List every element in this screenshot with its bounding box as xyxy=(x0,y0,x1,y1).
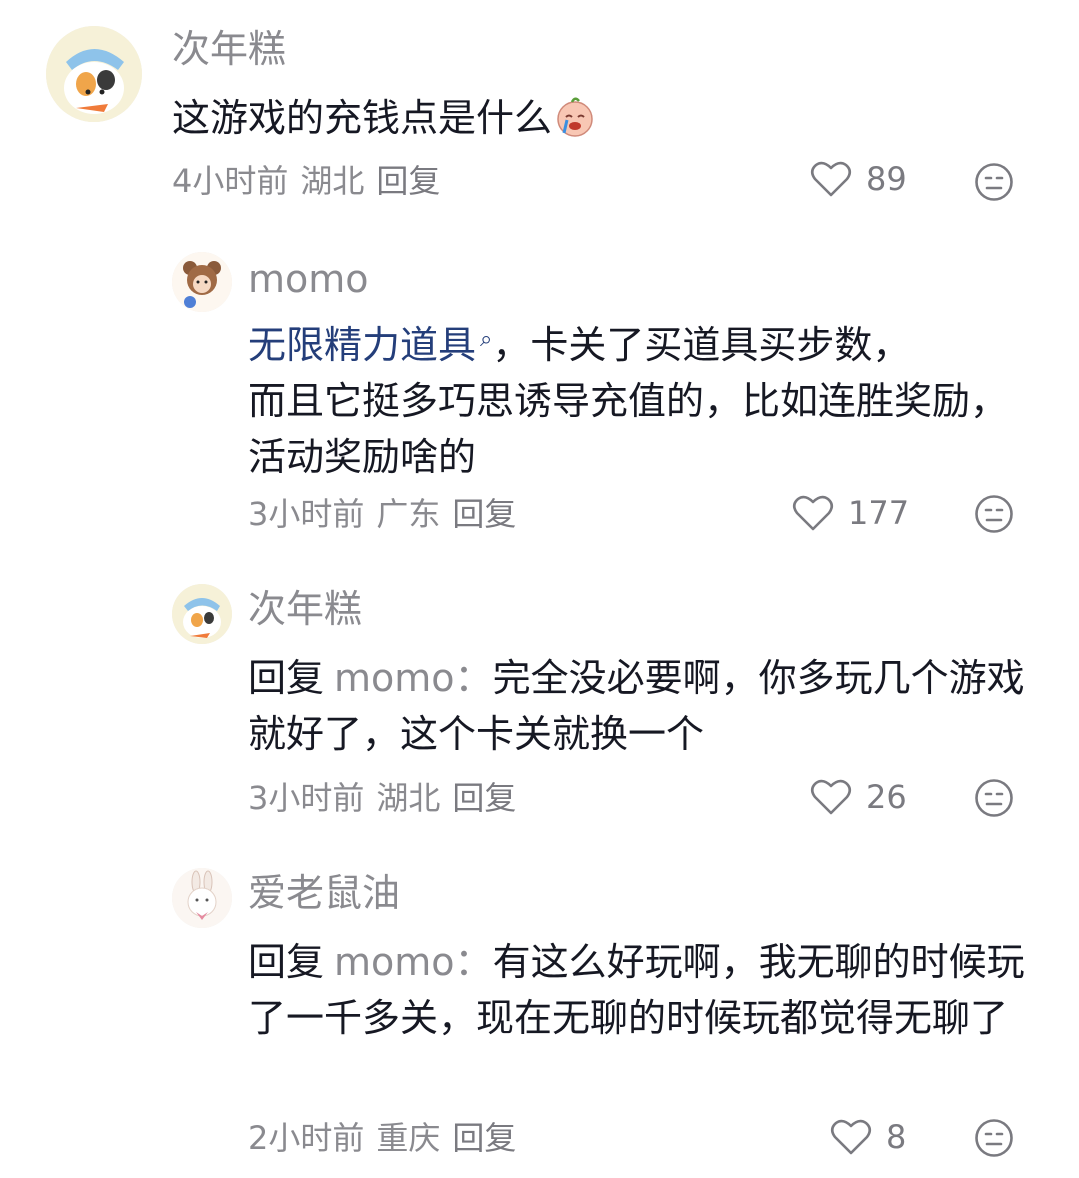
location: 重庆 xyxy=(376,1119,441,1157)
mention-link[interactable]: momo： xyxy=(334,656,493,700)
comment-text-body: 而且它挺多巧思诱导充值的，比如连胜奖励，活动奖励啥的 xyxy=(248,379,1009,479)
timestamp: 4小时前 xyxy=(172,162,289,200)
search-keyword-link[interactable]: 无限精力道具 xyxy=(248,323,476,367)
search-icon[interactable]: ⌕ xyxy=(480,327,492,352)
mention-link[interactable]: momo： xyxy=(334,940,493,984)
cat-avatar-icon xyxy=(172,584,232,644)
avatar[interactable] xyxy=(172,868,232,928)
reply-button[interactable]: 回复 xyxy=(376,162,440,200)
reply-button[interactable]: 回复 xyxy=(452,1119,516,1157)
comment-meta: 2小时前 重庆 回复 xyxy=(248,1122,528,1154)
comment-3: 次年糕 回复 momo：完全没必要啊，你多玩几个游戏就好了，这个卡关就换一个 3小… xyxy=(0,560,1079,850)
like-button[interactable]: 177 xyxy=(792,494,909,532)
neutral-face-icon xyxy=(975,779,1013,817)
cat-avatar-icon xyxy=(46,26,142,122)
like-button[interactable]: 8 xyxy=(830,1118,906,1156)
username[interactable]: 次年糕 xyxy=(172,30,286,68)
timestamp: 2小时前 xyxy=(248,1119,365,1157)
heart-outline-icon xyxy=(830,1119,872,1155)
comment-text: 回复 momo：完全没必要啊，你多玩几个游戏就好了，这个卡关就换一个 xyxy=(248,650,1028,762)
dislike-button[interactable] xyxy=(974,162,1014,202)
like-count: 89 xyxy=(866,160,907,198)
neutral-face-icon xyxy=(975,495,1013,533)
heart-outline-icon xyxy=(792,495,834,531)
reply-button[interactable]: 回复 xyxy=(452,779,516,817)
comment-text: 回复 momo：有这么好玩啊，我无聊的时候玩了一千多关，现在无聊的时候玩都觉得无聊… xyxy=(248,934,1028,1046)
comment-text-line1: ，卡关了买道具买步数， xyxy=(492,323,911,367)
comment-text-body: 这游戏的充钱点是什么 xyxy=(172,96,553,140)
comment-text: 无限精力道具 ⌕，卡关了买道具买步数， 而且它挺多巧思诱导充值的，比如连胜奖励，活… xyxy=(248,312,1018,485)
reply-button[interactable]: 回复 xyxy=(452,495,516,533)
username[interactable]: 次年糕 xyxy=(248,590,362,628)
comment-meta: 4小时前 湖北 回复 xyxy=(172,165,452,197)
heart-outline-icon xyxy=(810,161,852,197)
dislike-button[interactable] xyxy=(974,494,1014,534)
like-count: 177 xyxy=(848,494,910,532)
username[interactable]: momo xyxy=(248,260,369,298)
dislike-button[interactable] xyxy=(974,1118,1014,1158)
neutral-face-icon xyxy=(975,1119,1013,1157)
comment-meta: 3小时前 湖北 回复 xyxy=(248,782,528,814)
crying-emoji-icon xyxy=(557,97,593,137)
comment-text: 这游戏的充钱点是什么 xyxy=(172,90,972,146)
like-count: 26 xyxy=(866,778,907,816)
heart-outline-icon xyxy=(810,779,852,815)
avatar[interactable] xyxy=(172,252,232,312)
dislike-button[interactable] xyxy=(974,778,1014,818)
like-button[interactable]: 89 xyxy=(810,160,907,198)
timestamp: 3小时前 xyxy=(248,779,365,817)
rabbit-avatar-icon xyxy=(172,868,232,928)
comment-2: momo 无限精力道具 ⌕，卡关了买道具买步数， 而且它挺多巧思诱导充值的，比如连… xyxy=(0,230,1079,560)
reply-prefix: 回复 xyxy=(248,940,325,984)
timestamp: 3小时前 xyxy=(248,495,365,533)
avatar[interactable] xyxy=(172,584,232,644)
comment-1: 次年糕 这游戏的充钱点是什么 4小时前 湖北 回复 89 xyxy=(0,0,1079,230)
location: 湖北 xyxy=(376,779,441,817)
neutral-face-icon xyxy=(975,163,1013,201)
location: 湖北 xyxy=(300,162,365,200)
location: 广东 xyxy=(376,495,441,533)
like-count: 8 xyxy=(886,1118,907,1156)
username[interactable]: 爱老鼠油 xyxy=(248,874,400,912)
like-button[interactable]: 26 xyxy=(810,778,907,816)
avatar[interactable] xyxy=(46,26,142,122)
comment-4: 爱老鼠油 回复 momo：有这么好玩啊，我无聊的时候玩了一千多关，现在无聊的时候玩… xyxy=(0,850,1079,1178)
comment-meta: 3小时前 广东 回复 xyxy=(248,498,528,530)
bear-avatar-icon xyxy=(172,252,232,312)
reply-prefix: 回复 xyxy=(248,656,325,700)
